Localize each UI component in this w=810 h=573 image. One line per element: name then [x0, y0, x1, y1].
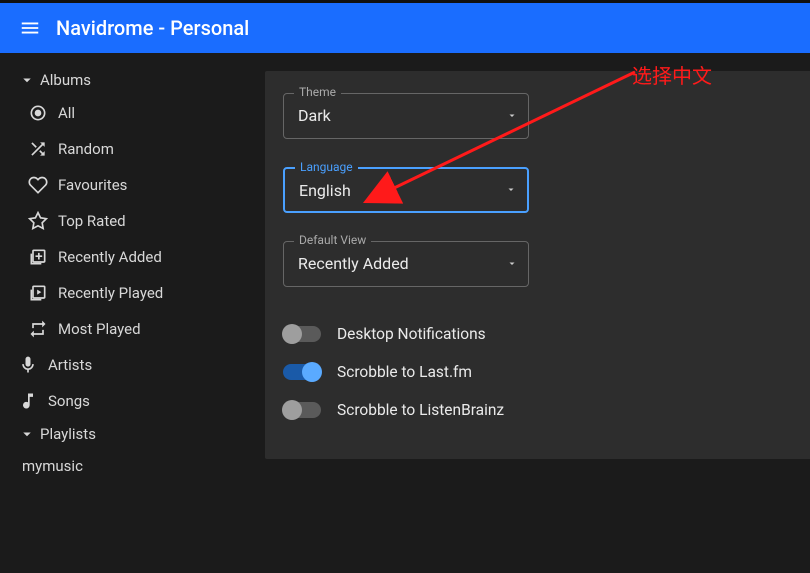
toggle-desktop-notifications-row: Desktop Notifications — [283, 315, 807, 353]
heart-icon — [28, 175, 58, 195]
sidebar-item-label: Recently Played — [58, 284, 231, 302]
shuffle-icon — [28, 139, 58, 159]
toggle-desktop-notifications[interactable] — [283, 326, 321, 342]
dropdown-arrow-icon — [506, 107, 518, 126]
field-label: Default View — [294, 233, 371, 247]
field-label: Theme — [294, 85, 341, 99]
sidebar-item-songs[interactable]: Songs — [0, 383, 243, 419]
menu-toggle-button[interactable] — [10, 8, 50, 48]
sidebar-item-random[interactable]: Random — [0, 131, 243, 167]
sidebar-group-albums[interactable]: Albums — [0, 65, 243, 95]
library-add-icon — [28, 247, 58, 267]
toggle-scrobble-listenbrainz-row: Scrobble to ListenBrainz — [283, 391, 807, 429]
sidebar-item-label: Top Rated — [58, 212, 231, 230]
settings-panel: Theme Dark Language English Default View… — [265, 71, 810, 459]
sidebar-item-label: mymusic — [22, 457, 231, 475]
sidebar-item-label: Songs — [48, 392, 231, 410]
toggle-scrobble-listenbrainz[interactable] — [283, 402, 321, 418]
main-content: Theme Dark Language English Default View… — [243, 53, 810, 573]
chevron-down-icon — [18, 425, 40, 443]
toggle-label: Scrobble to ListenBrainz — [337, 401, 504, 419]
repeat-icon — [28, 319, 58, 339]
sidebar-item-label: Artists — [48, 356, 231, 374]
field-label: Language — [295, 160, 358, 174]
toggle-scrobble-lastfm-row: Scrobble to Last.fm — [283, 353, 807, 391]
target-icon — [28, 103, 58, 123]
theme-select[interactable]: Theme Dark — [283, 93, 529, 139]
sidebar-item-top-rated[interactable]: Top Rated — [0, 203, 243, 239]
sidebar-item-label: Recently Added — [58, 248, 231, 266]
sidebar-group-label: Albums — [40, 71, 231, 89]
video-library-icon — [28, 283, 58, 303]
sidebar-item-label: All — [58, 104, 231, 122]
sidebar-playlist-item[interactable]: mymusic — [0, 449, 243, 483]
toggle-label: Desktop Notifications — [337, 325, 486, 343]
annotation-text: 选择中文 — [632, 60, 712, 89]
toggle-scrobble-lastfm[interactable] — [283, 364, 321, 380]
language-select[interactable]: Language English — [283, 167, 529, 213]
default-view-select[interactable]: Default View Recently Added — [283, 241, 529, 287]
sidebar-item-recently-played[interactable]: Recently Played — [0, 275, 243, 311]
chevron-down-icon — [18, 71, 40, 89]
sidebar-item-artists[interactable]: Artists — [0, 347, 243, 383]
dropdown-arrow-icon — [506, 255, 518, 274]
app-title: Navidrome - Personal — [56, 16, 249, 40]
sidebar-item-recently-added[interactable]: Recently Added — [0, 239, 243, 275]
sidebar-group-playlists[interactable]: Playlists — [0, 419, 243, 449]
sidebar-item-most-played[interactable]: Most Played — [0, 311, 243, 347]
sidebar-item-favourites[interactable]: Favourites — [0, 167, 243, 203]
mic-icon — [18, 355, 48, 375]
star-icon — [28, 211, 58, 231]
sidebar-group-label: Playlists — [40, 425, 231, 443]
toggle-label: Scrobble to Last.fm — [337, 363, 472, 381]
app-header: Navidrome - Personal — [0, 3, 810, 53]
dropdown-arrow-icon — [505, 181, 517, 200]
hamburger-icon — [19, 17, 41, 39]
sidebar-item-label: Favourites — [58, 176, 231, 194]
sidebar-item-label: Most Played — [58, 320, 231, 338]
sidebar-item-label: Random — [58, 140, 231, 158]
music-note-icon — [18, 391, 48, 411]
sidebar: Albums All Random Favourites Top Rated — [0, 53, 243, 573]
sidebar-item-all[interactable]: All — [0, 95, 243, 131]
